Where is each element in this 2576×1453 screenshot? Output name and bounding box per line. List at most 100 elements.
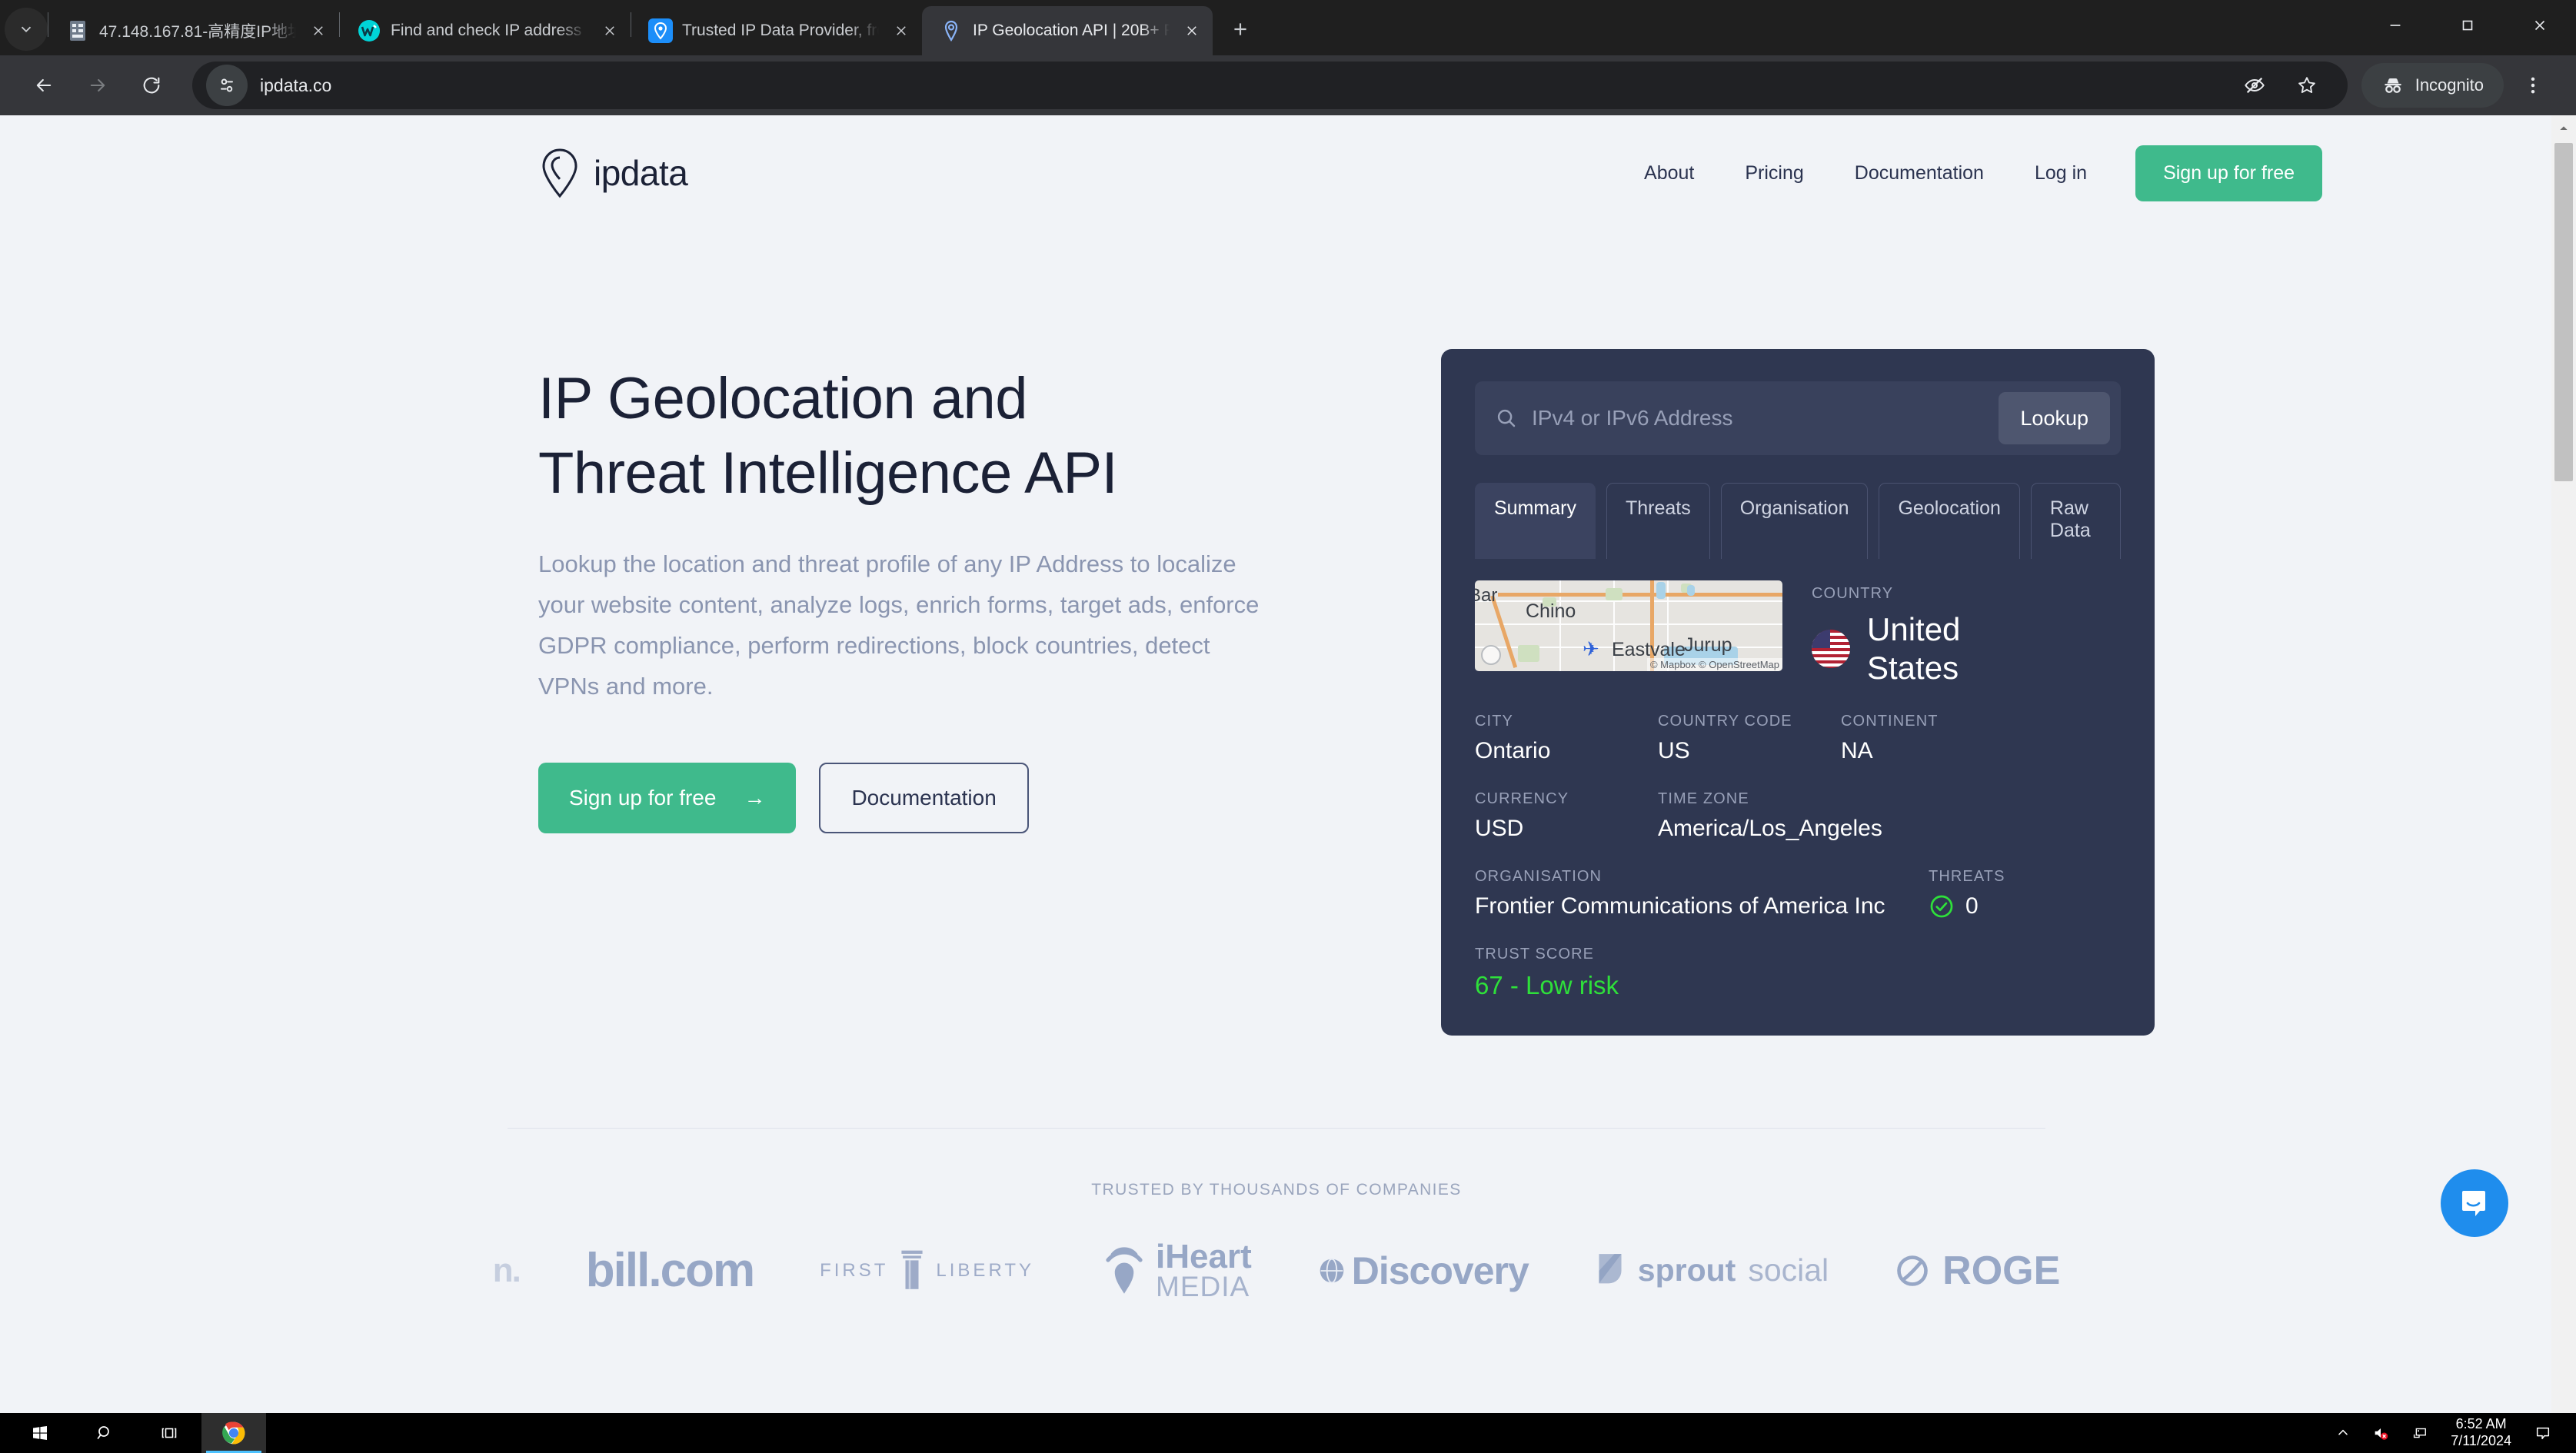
tab-title: 47.148.167.81-高精度IP地址归属 bbox=[99, 23, 296, 41]
scrollbar-thumb[interactable] bbox=[2554, 143, 2573, 481]
new-tab-button[interactable] bbox=[1219, 8, 1262, 51]
browser-tab[interactable]: Trusted IP Data Provider, from I bbox=[631, 6, 922, 55]
incognito-icon bbox=[2384, 78, 2401, 93]
signup-button-hero[interactable]: Sign up for free → bbox=[538, 762, 797, 833]
field-label: TIME ZONE bbox=[1658, 790, 1749, 808]
lookup-button[interactable]: Lookup bbox=[1999, 392, 2110, 444]
browser-tab-active[interactable]: IP Geolocation API | 20B+ Requ bbox=[922, 6, 1213, 55]
close-icon[interactable] bbox=[888, 18, 914, 44]
star-icon bbox=[2298, 77, 2315, 94]
volume-button[interactable] bbox=[2361, 1413, 2400, 1453]
tab-organisation[interactable]: Organisation bbox=[1720, 483, 1869, 559]
tab-threats[interactable]: Threats bbox=[1606, 483, 1710, 559]
map-attribution: © Mapbox © OpenStreetMap bbox=[1646, 658, 1782, 671]
windows-taskbar: 6:52 AM 7/11/2024 bbox=[0, 1413, 2576, 1453]
start-button[interactable] bbox=[8, 1413, 72, 1453]
task-view-button[interactable] bbox=[137, 1413, 201, 1453]
tab-raw-data[interactable]: Raw Data bbox=[2030, 483, 2121, 559]
field-organisation: ORGANISATION Frontier Communications of … bbox=[1475, 868, 1929, 919]
grid-favicon bbox=[65, 18, 90, 43]
close-icon[interactable] bbox=[305, 18, 331, 44]
network-icon bbox=[2414, 1428, 2427, 1438]
chevron-down-icon bbox=[21, 26, 32, 33]
tab-search-button[interactable] bbox=[5, 8, 48, 51]
site-settings-button[interactable] bbox=[206, 65, 248, 106]
compass-icon[interactable] bbox=[1481, 645, 1501, 665]
taskbar-search-button[interactable] bbox=[72, 1413, 137, 1453]
signup-button-nav[interactable]: Sign up for free bbox=[2135, 145, 2322, 201]
field-label: ORGANISATION bbox=[1475, 868, 1603, 886]
scroll-up-arrow[interactable] bbox=[2551, 115, 2576, 141]
network-button[interactable] bbox=[2400, 1413, 2438, 1453]
chat-widget-button[interactable] bbox=[2441, 1169, 2508, 1238]
reload-button[interactable] bbox=[128, 62, 175, 109]
rogers-swirl-icon bbox=[1897, 1255, 1928, 1286]
maximize-button[interactable] bbox=[2431, 0, 2504, 51]
tab-title: Trusted IP Data Provider, from I bbox=[682, 22, 879, 39]
notifications-button[interactable] bbox=[2524, 1413, 2562, 1453]
map-and-country-row: Bar Chino Eastvale Jurup ✈ © Mapbox © Op… bbox=[1475, 580, 2121, 687]
nav-item-documentation[interactable]: Documentation bbox=[1829, 162, 2009, 185]
close-icon[interactable] bbox=[597, 18, 623, 44]
tab-geolocation[interactable]: Geolocation bbox=[1879, 483, 2020, 559]
back-button[interactable] bbox=[20, 62, 68, 109]
documentation-button-hero[interactable]: Documentation bbox=[819, 762, 1029, 833]
field-value: USD bbox=[1475, 816, 1524, 842]
nav-item-about[interactable]: About bbox=[1619, 162, 1719, 185]
location-map-thumbnail[interactable]: Bar Chino Eastvale Jurup ✈ © Mapbox © Op… bbox=[1475, 580, 1782, 671]
reload-icon bbox=[143, 77, 160, 94]
tab-strip: 47.148.167.81-高精度IP地址归属 Find and check I… bbox=[0, 0, 2576, 55]
site-header: ipdata About Pricing Documentation Log i… bbox=[0, 115, 2553, 231]
close-window-button[interactable] bbox=[2504, 0, 2576, 51]
site-logo[interactable]: ipdata bbox=[538, 148, 688, 198]
country-block: COUNTRY United States bbox=[1812, 580, 2044, 687]
ip-search-input[interactable]: IPv4 or IPv6 Address bbox=[1532, 406, 1985, 431]
page-settings-icon bbox=[221, 78, 233, 92]
minimize-button[interactable] bbox=[2359, 0, 2431, 51]
sprout-light: social bbox=[1748, 1252, 1829, 1288]
field-threats: THREATS 0 bbox=[1929, 868, 2005, 919]
plus-icon bbox=[1234, 23, 1246, 35]
tab-title: IP Geolocation API | 20B+ Requ bbox=[973, 22, 1170, 39]
rogers-logo: ROGE bbox=[1895, 1248, 2060, 1294]
volume-muted-icon bbox=[2375, 1428, 2388, 1440]
taskbar-clock[interactable]: 6:52 AM 7/11/2024 bbox=[2438, 1416, 2524, 1450]
field-value: Frontier Communications of America Inc bbox=[1475, 893, 1885, 919]
first-liberty-left: FIRST bbox=[820, 1259, 889, 1281]
hero-title-line-2: Threat Intelligence API bbox=[538, 441, 1118, 507]
close-icon[interactable] bbox=[1179, 18, 1205, 44]
incognito-indicator[interactable]: Incognito bbox=[2361, 63, 2504, 108]
tracking-protection-button[interactable] bbox=[2231, 62, 2278, 109]
field-label: TRUST SCORE bbox=[1475, 946, 1595, 963]
bookmark-button[interactable] bbox=[2283, 62, 2331, 109]
iheart-top: iHeart bbox=[1156, 1238, 1252, 1276]
page-content: ipdata About Pricing Documentation Log i… bbox=[0, 115, 2553, 1301]
browser-tab[interactable]: 47.148.167.81-高精度IP地址归属 bbox=[48, 6, 339, 55]
hero-title-line-1: IP Geolocation and bbox=[538, 366, 1028, 431]
chrome-icon bbox=[222, 1421, 245, 1445]
browser-menu-button[interactable] bbox=[2510, 62, 2556, 108]
rogers-text: ROGE bbox=[1942, 1248, 2061, 1293]
nav-item-login[interactable]: Log in bbox=[2009, 162, 2112, 185]
sprout-bold: sprout bbox=[1637, 1252, 1736, 1288]
whatismyip-favicon bbox=[357, 18, 381, 43]
taskbar-chrome-button[interactable] bbox=[201, 1413, 266, 1453]
tab-summary[interactable]: Summary bbox=[1475, 483, 1596, 559]
forward-button[interactable] bbox=[74, 62, 121, 109]
pillar-icon bbox=[901, 1250, 924, 1289]
page-viewport: ipdata About Pricing Documentation Log i… bbox=[0, 115, 2576, 1413]
browser-window: 47.148.167.81-高精度IP地址归属 Find and check I… bbox=[0, 0, 2576, 1413]
ip-search-row[interactable]: IPv4 or IPv6 Address Lookup bbox=[1475, 381, 2121, 455]
company-logos: n. bill .com FIRST LIBERTY iHeart MEDIA … bbox=[0, 1238, 2553, 1301]
address-bar[interactable]: ipdata.co bbox=[192, 62, 2348, 109]
iheart-media-logo: iHeart MEDIA bbox=[1100, 1238, 1252, 1301]
signup-button-label: Sign up for free bbox=[569, 785, 717, 810]
forward-arrow-icon bbox=[90, 78, 105, 92]
tray-overflow-button[interactable] bbox=[2325, 1413, 2361, 1453]
page-scrollbar[interactable] bbox=[2551, 115, 2576, 1413]
nav-item-pricing[interactable]: Pricing bbox=[1719, 162, 1829, 185]
threats-value-row: 0 bbox=[1929, 893, 2005, 919]
info-grid-row-1: CITY Ontario COUNTRY CODE US CONTINENT N… bbox=[1475, 713, 2121, 764]
browser-toolbar: ipdata.co Incognito bbox=[0, 55, 2576, 115]
browser-tab[interactable]: Find and check IP address bbox=[340, 6, 631, 55]
